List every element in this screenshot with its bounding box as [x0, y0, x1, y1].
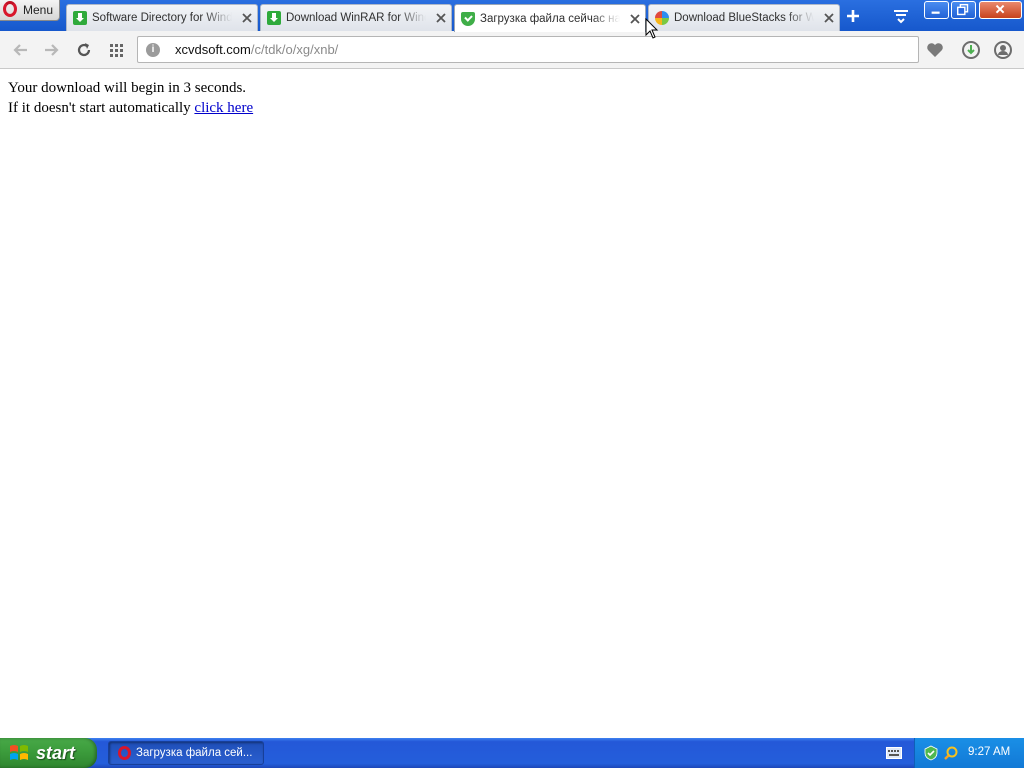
- tab-close-icon[interactable]: [434, 11, 448, 25]
- restore-icon: [957, 3, 969, 16]
- tab-close-icon[interactable]: [822, 11, 836, 25]
- click-here-link[interactable]: click here: [194, 100, 253, 116]
- account-profile-icon[interactable]: [993, 40, 1013, 60]
- tab-close-icon[interactable]: [628, 12, 642, 26]
- tab-download-bluestacks[interactable]: Download BlueStacks for Windows: [648, 4, 840, 31]
- keyboard-language-icon[interactable]: [886, 747, 902, 759]
- tab-software-directory[interactable]: Software Directory for Windows: [66, 4, 258, 31]
- tab-title: Загрузка файла сейчас начнется: [480, 12, 620, 25]
- page-content: Your download will begin in 3 seconds. I…: [0, 70, 1024, 738]
- tab-title: Download WinRAR for Windows: [286, 12, 426, 24]
- download-favicon-icon: [73, 11, 87, 25]
- bookmark-heart-icon[interactable]: [925, 40, 945, 60]
- tab-title: Download BlueStacks for Windows: [674, 12, 814, 24]
- fallback-prefix: If it doesn't start automatically: [8, 100, 195, 116]
- taskbar-item-label: Загрузка файла сей...: [136, 747, 253, 759]
- close-icon: [995, 4, 1005, 14]
- forward-arrow-icon[interactable]: [41, 40, 61, 60]
- tab-download-winrar[interactable]: Download WinRAR for Windows: [260, 4, 452, 31]
- system-clock: 9:27 AM: [968, 746, 1011, 758]
- window-minimize-button[interactable]: [924, 1, 949, 19]
- browser-menu-label: Menu: [23, 3, 54, 17]
- minimize-icon: [931, 11, 940, 14]
- window-close-button[interactable]: [979, 1, 1022, 19]
- taskbar-item-opera[interactable]: Загрузка файла сей...: [108, 741, 264, 765]
- reload-icon[interactable]: [74, 40, 94, 60]
- browser-toolbar: i xcvdsoft.com/c/tdk/o/xg/xnb/: [0, 31, 1024, 69]
- site-info-icon[interactable]: i: [146, 42, 160, 57]
- search-magnifier-icon[interactable]: [943, 745, 959, 761]
- system-tray: 9:27 AM: [914, 738, 1024, 768]
- browser-tab-strip: Menu Software Directory for Windows Down…: [0, 0, 1024, 32]
- windows-logo-icon: [10, 745, 28, 760]
- network-shield-icon[interactable]: [923, 745, 939, 761]
- shield-favicon-icon: [461, 11, 475, 26]
- browser-menu-button[interactable]: Menu: [0, 0, 60, 21]
- download-favicon-icon: [267, 11, 281, 25]
- opera-logo-icon: [3, 0, 17, 17]
- back-arrow-icon[interactable]: [11, 40, 31, 60]
- tab-close-icon[interactable]: [240, 11, 254, 25]
- window-restore-button[interactable]: [951, 1, 976, 19]
- speed-dial-grid-icon[interactable]: [107, 40, 127, 60]
- tab-download-starting[interactable]: Загрузка файла сейчас начнется: [454, 4, 646, 32]
- windows-taskbar: start Загрузка файла сей... 9:27 AM: [0, 738, 1024, 768]
- new-tab-plus-icon[interactable]: [842, 5, 864, 27]
- opera-icon: [118, 746, 131, 760]
- tab-menu-icon[interactable]: [890, 5, 912, 27]
- address-bar[interactable]: i xcvdsoft.com/c/tdk/o/xg/xnb/: [137, 36, 919, 63]
- mouse-pointer-icon: [645, 18, 659, 39]
- download-countdown-text: Your download will begin in 3 seconds.: [8, 80, 247, 96]
- start-label: start: [36, 742, 76, 763]
- start-button[interactable]: start: [0, 738, 97, 768]
- tab-title: Software Directory for Windows: [92, 12, 232, 24]
- fallback-text: If it doesn't start automatically click …: [8, 100, 253, 117]
- downloads-icon[interactable]: [961, 40, 981, 60]
